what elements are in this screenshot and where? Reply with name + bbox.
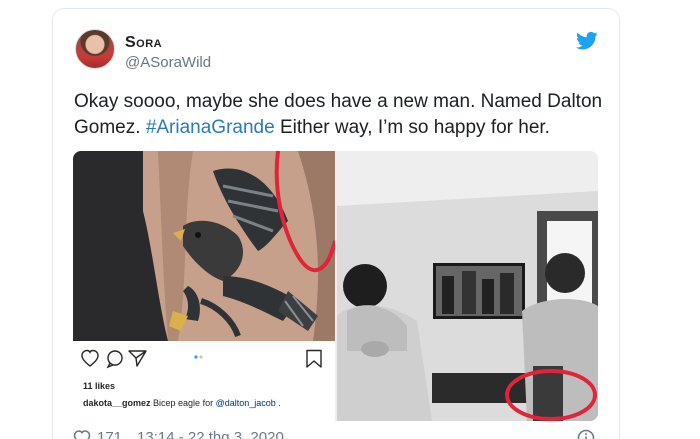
tweet-media[interactable]: 11 likes dakota__gomez Bicep eagle for @… [73, 151, 598, 421]
author-name[interactable]: Sora [125, 34, 162, 52]
eagle-tattoo-photo [73, 151, 335, 341]
tweet-text: Okay soooo, maybe she does have a new ma… [74, 89, 604, 141]
instagram-screenshot[interactable]: 11 likes dakota__gomez Bicep eagle for @… [73, 151, 335, 421]
ig-comment-icon[interactable] [106, 350, 123, 369]
hashtag-link[interactable]: #ArianaGrande [146, 117, 275, 138]
ig-caption-end: . [275, 398, 281, 408]
author-handle[interactable]: @ASoraWild [125, 54, 211, 71]
twitter-bird-icon[interactable] [576, 31, 598, 51]
ig-caption-user[interactable]: dakota__gomez [83, 398, 151, 408]
ig-bookmark-icon[interactable] [306, 349, 322, 368]
instagram-action-bar [81, 349, 322, 369]
avatar[interactable] [75, 29, 115, 69]
living-room-photo[interactable] [337, 151, 598, 421]
tweet-text-after: Either way, I’m so happy for her. [274, 117, 550, 138]
tweet-card: Sora @ASoraWild Okay soooo, maybe she do… [52, 8, 620, 439]
ig-likes[interactable]: 11 likes [83, 381, 115, 391]
ig-share-icon[interactable] [128, 350, 147, 367]
ig-caption-mention[interactable]: @dalton_jacob [216, 398, 276, 408]
like-count[interactable]: 171 [97, 429, 122, 439]
info-icon[interactable] [577, 429, 595, 439]
ig-heart-icon[interactable] [81, 349, 99, 367]
heart-icon[interactable] [73, 429, 91, 439]
timestamp[interactable]: 13:14 - 22 thg 3, 2020 [137, 429, 284, 439]
ig-caption: dakota__gomez Bicep eagle for @dalton_ja… [83, 398, 281, 408]
ig-caption-text: Bicep eagle for [150, 398, 216, 408]
